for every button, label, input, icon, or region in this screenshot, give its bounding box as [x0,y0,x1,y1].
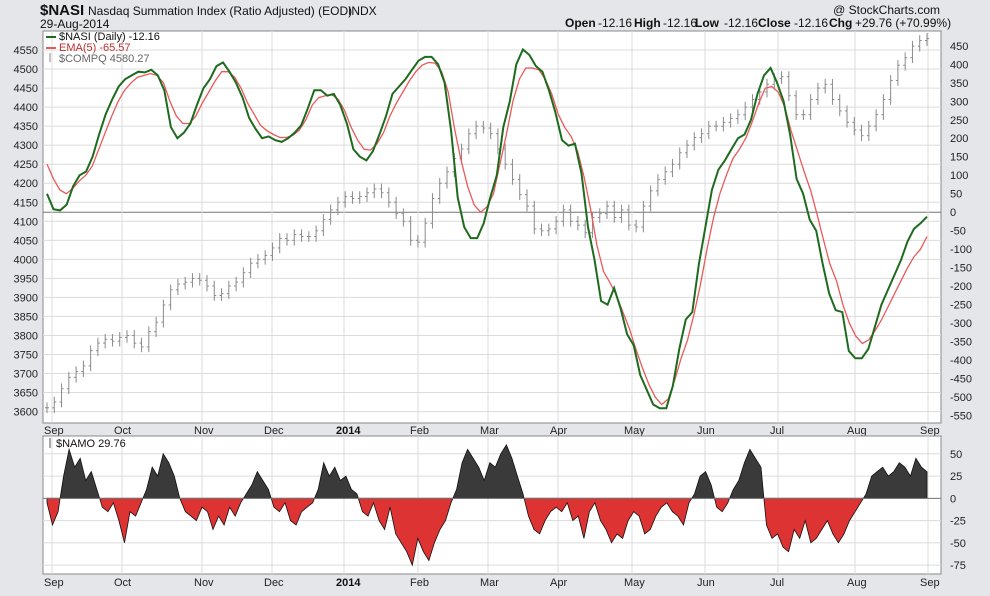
left-tick-label: 4400 [14,102,38,114]
right-tick-label: 50 [950,189,962,201]
right-tick-label: 350 [950,78,968,90]
right-tick-label: 450 [950,41,968,53]
left-tick-label: 4550 [14,45,38,57]
right-tick-label: 150 [950,152,968,164]
legend-namo: $NAMO 29.76 [56,438,126,450]
open-value: -12.16 [598,16,632,30]
lower-tick-label: -25 [950,516,966,528]
right-tick-label: -200 [950,281,972,293]
right-tick-label: -100 [950,244,972,256]
low-value: -12.16 [724,16,758,30]
high-label: High [634,16,661,30]
x-tick-label: Aug [847,577,867,589]
chg-value: +29.76 (+70.99%) [855,16,951,30]
left-tick-label: 4100 [14,216,38,228]
upper-panel [42,30,942,424]
right-tick-label: -300 [950,318,972,330]
lower-tick-label: 25 [950,471,962,483]
x-tick-label: Sep [44,425,64,437]
left-tick-label: 4200 [14,178,38,190]
chg-label: Chg [829,16,852,30]
left-tick-label: 4150 [14,197,38,209]
left-tick-label: 4250 [14,159,38,171]
right-tick-label: -500 [950,392,972,404]
left-tick-label: 3950 [14,273,38,285]
right-tick-label: -150 [950,263,972,275]
x-tick-label: Jul [770,425,784,437]
low-label: Low [695,16,720,30]
x-tick-label: Sep [44,577,64,589]
lower-tick-label: 0 [950,493,956,505]
left-tick-label: 3750 [14,349,38,361]
x-tick-label: Oct [114,577,131,589]
x-tick-label: Apr [550,425,567,437]
right-tick-label: -350 [950,337,972,349]
lower-tick-label: -50 [950,538,966,550]
left-tick-label: 3800 [14,330,38,342]
x-tick-label: Apr [550,577,567,589]
x-tick-label: Nov [194,577,214,589]
left-tick-label: 3700 [14,369,38,381]
exchange-label: INDX [348,4,377,18]
close-value: -12.16 [794,16,828,30]
x-tick-label: Dec [264,577,284,589]
right-tick-label: -250 [950,300,972,312]
upper-x-axis-ticks: Sep Oct Nov Dec 2014 Feb Mar Apr May Jun Jul Aug Sep [44,425,940,437]
left-tick-label: 4450 [14,83,38,95]
left-tick-label: 4350 [14,121,38,133]
left-tick-label: 3850 [14,311,38,323]
right-tick-label: -400 [950,355,972,367]
right-tick-label: -50 [950,226,966,238]
legend-compq: $COMPQ 4580.27 [59,53,150,65]
open-label: Open [565,16,596,30]
x-tick-label: May [624,425,645,437]
x-tick-label: 2014 [336,577,361,589]
x-tick-label: Feb [410,577,429,589]
chart-canvas: $NASI Nasdaq Summation Index (Ratio Adju… [14,2,973,589]
left-tick-label: 3600 [14,407,38,419]
right-tick-label: 200 [950,133,968,145]
right-tick-label: 300 [950,96,968,108]
x-tick-label: Nov [194,425,214,437]
x-tick-label: 2014 [336,425,361,437]
high-value: -12.16 [663,16,697,30]
left-tick-label: 3650 [14,388,38,400]
close-label: Close [758,16,791,30]
x-tick-label: Jun [697,577,715,589]
chart-stage: $NASI Nasdaq Summation Index (Ratio Adju… [0,0,990,591]
left-axis-ticks: 3600 3650 3700 3750 3800 3850 3900 3950 4000 4050… [14,45,38,419]
left-tick-label: 4500 [14,64,38,76]
x-tick-label: Mar [480,577,499,589]
watermark: @ StockCharts.com [833,3,940,17]
left-tick-label: 4300 [14,140,38,152]
x-tick-label: Jun [697,425,715,437]
left-tick-label: 4000 [14,254,38,266]
x-tick-label: Jul [770,577,784,589]
x-tick-label: Feb [410,425,429,437]
x-tick-label: Dec [264,425,284,437]
right-tick-label: -550 [950,411,972,423]
left-tick-label: 3900 [14,292,38,304]
right-tick-label: 0 [950,207,956,219]
chart-date: 29-Aug-2014 [40,17,110,31]
x-tick-label: Oct [114,425,131,437]
x-tick-label: Sep [920,577,940,589]
x-tick-label: Mar [480,425,499,437]
chart-title: Nasdaq Summation Index (Ratio Adjusted) … [88,4,352,18]
x-tick-label: Sep [920,425,940,437]
lower-legend: $NAMO 29.76 [49,438,126,450]
right-tick-label: 250 [950,115,968,127]
x-tick-label: Aug [847,425,867,437]
left-tick-label: 4050 [14,235,38,247]
lower-x-axis-ticks: Sep Oct Nov Dec 2014 Feb Mar Apr May Jun Jul Aug Sep [44,577,940,589]
x-tick-label: May [624,577,645,589]
lower-axis-ticks: 50 25 0 -25 -50 -75 [950,449,966,572]
right-tick-label: 100 [950,170,968,182]
right-tick-label: 400 [950,59,968,71]
right-tick-label: -450 [950,374,972,386]
lower-tick-label: 50 [950,449,962,461]
right-axis-ticks: 450 400 350 300 250 200 150 100 50 0 -50 -100 -150 -2… [950,41,972,423]
lower-tick-label: -75 [950,560,966,572]
